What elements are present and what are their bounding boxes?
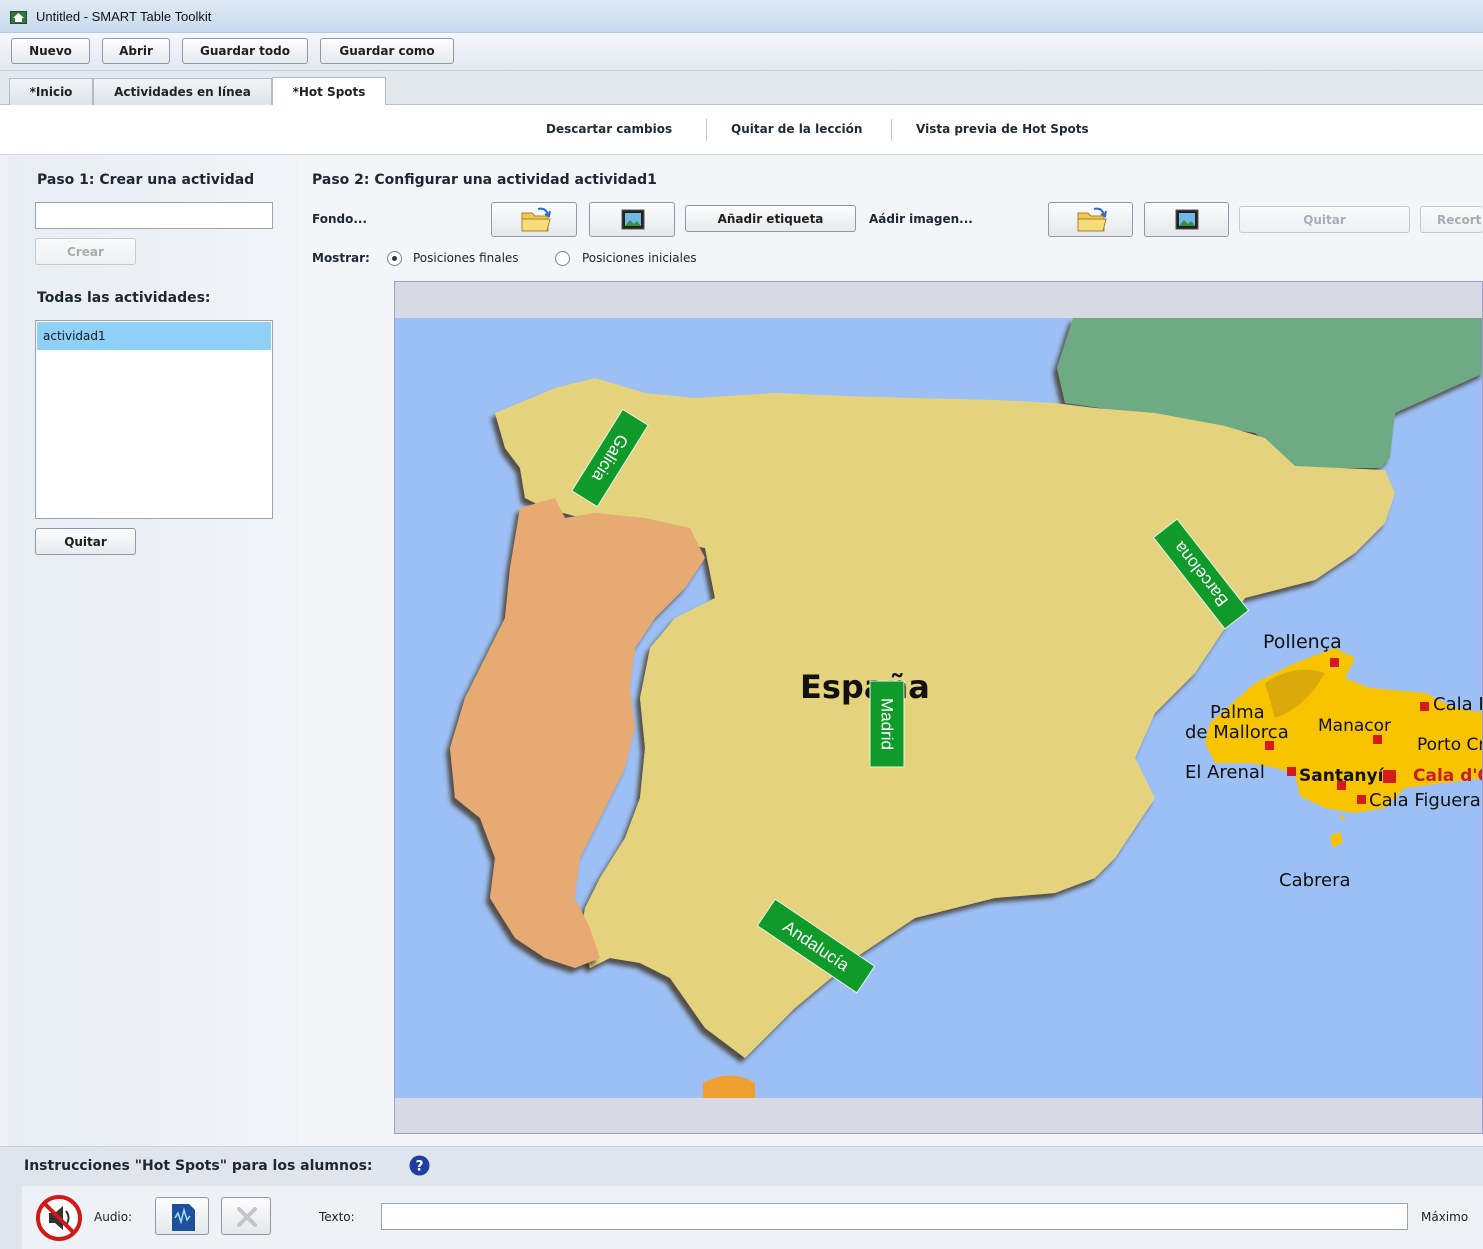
help-icon[interactable]: ? — [409, 1155, 430, 1176]
remove-from-lesson-link[interactable]: Quitar de la lección — [731, 122, 862, 136]
remove-activity-button[interactable]: Quitar — [35, 528, 136, 555]
instructions-text-input[interactable] — [381, 1203, 1408, 1230]
map-image: Pollença Palma de Mallorca Manacor Cala … — [395, 318, 1483, 1098]
add-image-label: Aádir imagen... — [869, 212, 973, 226]
main-toolbar: Nuevo Abrir Guardar todo Guardar como — [0, 33, 1483, 71]
initial-positions-label: Posiciones iniciales — [582, 251, 697, 265]
place-label: Cala Figuera — [1369, 790, 1481, 811]
create-button[interactable]: Crear — [35, 238, 136, 265]
instructions-heading: Instrucciones "Hot Spots" para los alumn… — [24, 1158, 373, 1174]
open-folder-icon — [1077, 207, 1107, 232]
place-label: Pollença — [1263, 631, 1342, 653]
tab-hot-spots[interactable]: *Hot Spots — [272, 77, 386, 106]
open-folder-icon — [521, 207, 551, 232]
open-background-button[interactable] — [491, 202, 577, 237]
remove-image-button[interactable]: Quitar — [1239, 206, 1410, 233]
insert-background-image-button[interactable] — [589, 202, 675, 237]
step1-heading: Paso 1: Crear una actividad — [37, 172, 255, 188]
record-audio-button[interactable] — [155, 1197, 209, 1235]
picture-icon — [621, 209, 645, 230]
place-label: Palma — [1210, 702, 1265, 723]
hotspot-label: Madrid — [878, 698, 897, 750]
activity-name-input[interactable] — [35, 202, 273, 229]
initial-positions-radio[interactable] — [555, 251, 570, 266]
place-label: Santanyí — [1299, 766, 1385, 786]
save-as-button[interactable]: Guardar como — [320, 38, 454, 64]
tab-inicio[interactable]: *Inicio — [9, 78, 93, 105]
all-activities-heading: Todas las actividades: — [37, 290, 211, 306]
max-label: Máximo — [1421, 1210, 1469, 1224]
final-positions-label: Posiciones finales — [413, 251, 519, 265]
country-label: España — [800, 668, 930, 706]
window-title: Untitled - SMART Table Toolkit — [36, 9, 212, 24]
background-label: Fondo... — [312, 212, 368, 226]
activities-list[interactable]: actividad1 — [35, 320, 273, 519]
text-label: Texto: — [319, 1210, 355, 1224]
svg-text:?: ? — [415, 1159, 423, 1175]
save-all-button[interactable]: Guardar todo — [182, 38, 308, 64]
place-label: El Arenal — [1185, 762, 1265, 783]
audio-muted-icon — [36, 1195, 82, 1241]
delete-audio-button[interactable] — [221, 1197, 271, 1235]
close-icon — [237, 1207, 257, 1227]
place-label: Cala Rajada — [1433, 694, 1483, 715]
tab-actividades-en-linea[interactable]: Actividades en línea — [93, 78, 272, 105]
step2-heading: Paso 2: Configurar una actividad activid… — [312, 172, 657, 188]
open-button[interactable]: Abrir — [102, 38, 170, 64]
final-positions-radio[interactable] — [387, 251, 402, 266]
place-label: de Mallorca — [1185, 722, 1289, 743]
divider — [706, 119, 707, 141]
show-label: Mostrar: — [312, 251, 370, 265]
activity-canvas[interactable]: Pollença Palma de Mallorca Manacor Cala … — [394, 281, 1483, 1134]
action-bar: Descartar cambios Quitar de la lección V… — [0, 105, 1483, 155]
crop-button[interactable]: Recort — [1420, 206, 1483, 233]
title-bar: Untitled - SMART Table Toolkit — [0, 0, 1483, 33]
app-icon — [10, 11, 27, 24]
discard-changes-link[interactable]: Descartar cambios — [546, 122, 672, 136]
preview-hot-spots-link[interactable]: Vista previa de Hot Spots — [916, 122, 1089, 136]
audio-file-icon — [172, 1204, 195, 1231]
open-image-button[interactable] — [1048, 202, 1133, 237]
hotspot-madrid[interactable]: Madrid — [869, 680, 905, 768]
list-item[interactable]: actividad1 — [37, 322, 271, 350]
insert-image-button[interactable] — [1144, 202, 1229, 237]
place-label: Porto Cristo — [1417, 735, 1483, 755]
place-label: Cala d'Or — [1413, 766, 1483, 786]
place-label: Manacor — [1318, 716, 1391, 736]
divider — [891, 119, 892, 141]
place-label: Cabrera — [1279, 870, 1351, 891]
tab-bar: *Inicio Actividades en línea *Hot Spots — [0, 71, 1483, 106]
new-button[interactable]: Nuevo — [11, 38, 90, 64]
audio-label: Audio: — [94, 1210, 133, 1224]
add-label-button[interactable]: Añadir etiqueta — [685, 205, 856, 232]
picture-icon — [1175, 209, 1199, 230]
